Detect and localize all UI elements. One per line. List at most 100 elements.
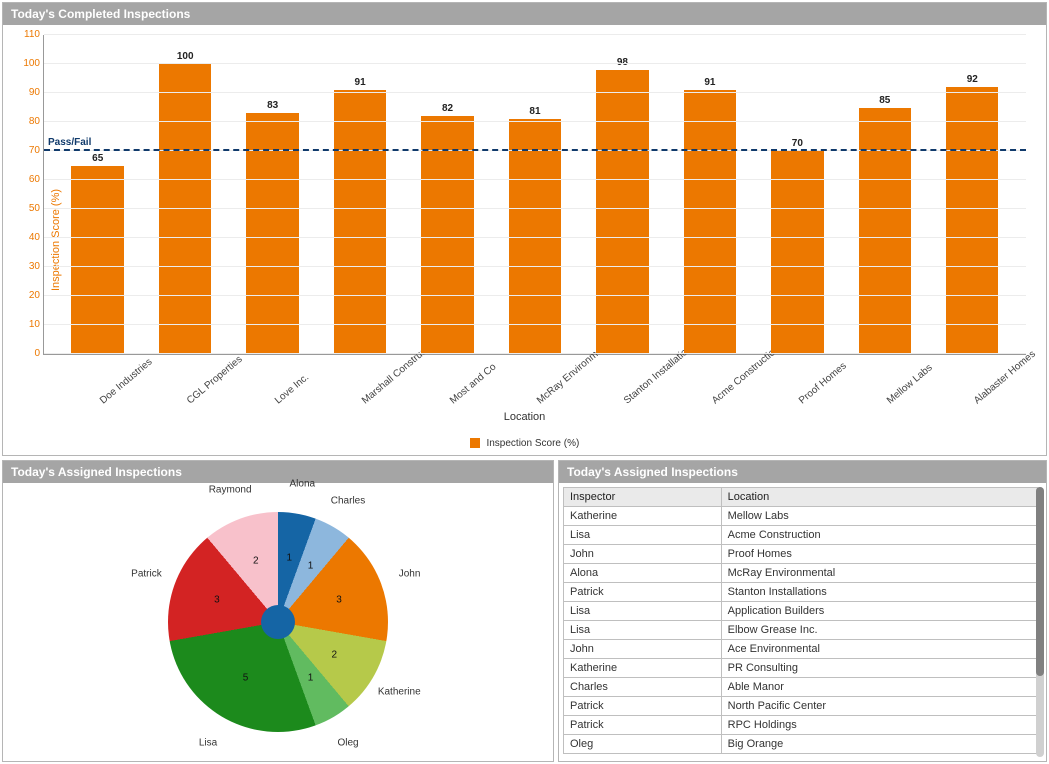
pie-slice-label: Katherine bbox=[378, 687, 421, 698]
assigned-inspections-table-panel: Today's Assigned Inspections InspectorLo… bbox=[558, 460, 1047, 762]
bar-category-label: Doe Industries bbox=[98, 357, 154, 407]
y-tick-label: 10 bbox=[16, 319, 40, 330]
assigned-table-title: Today's Assigned Inspections bbox=[559, 461, 1046, 483]
table-header-cell[interactable]: Location bbox=[721, 488, 1037, 507]
pie-slice-label: Raymond bbox=[209, 485, 252, 496]
bar-column: 65Doe Industries bbox=[54, 35, 141, 354]
table-cell: Proof Homes bbox=[721, 545, 1037, 564]
pie-slice-value: 1 bbox=[308, 560, 314, 571]
table-row[interactable]: LisaElbow Grease Inc. bbox=[564, 621, 1038, 640]
y-tick: 0 bbox=[44, 353, 1026, 354]
bar-column: 70Proof Homes bbox=[754, 35, 841, 354]
y-tick-label: 70 bbox=[16, 145, 40, 156]
table-row[interactable]: PatrickNorth Pacific Center bbox=[564, 697, 1038, 716]
bar-category-label: Mellow Labs bbox=[885, 362, 935, 406]
table-scrollbar[interactable] bbox=[1036, 487, 1044, 757]
pie-slice-label: Patrick bbox=[131, 569, 162, 580]
y-tick: 100 bbox=[44, 63, 1026, 64]
bar-value-label: 100 bbox=[177, 51, 194, 62]
bar-column: 85Mellow Labs bbox=[841, 35, 928, 354]
bar-legend-swatch bbox=[470, 438, 480, 448]
bar-xaxis-title: Location bbox=[3, 411, 1046, 423]
bar-column: 100CGL Properties bbox=[141, 35, 228, 354]
table-scroll-thumb[interactable] bbox=[1036, 487, 1044, 676]
bar[interactable] bbox=[684, 90, 736, 354]
y-tick-label: 110 bbox=[16, 29, 40, 40]
bar[interactable] bbox=[334, 90, 386, 354]
table-cell: Alona bbox=[564, 564, 722, 583]
assigned-table-body: InspectorLocation KatherineMellow LabsLi… bbox=[559, 483, 1046, 761]
table-cell: Able Manor bbox=[721, 678, 1037, 697]
bar-plot-area: 65Doe Industries100CGL Properties83Love … bbox=[43, 35, 1026, 355]
table-row[interactable]: CharlesAble Manor bbox=[564, 678, 1038, 697]
table-cell: Patrick bbox=[564, 583, 722, 602]
pie-slice-value: 2 bbox=[332, 649, 338, 660]
bar-column: 91Marshall Construction bbox=[316, 35, 403, 354]
table-row[interactable]: LisaApplication Builders bbox=[564, 602, 1038, 621]
table-header-cell[interactable]: Inspector bbox=[564, 488, 722, 507]
y-tick: 60 bbox=[44, 179, 1026, 180]
y-tick-label: 50 bbox=[16, 203, 40, 214]
table-cell: North Pacific Center bbox=[721, 697, 1037, 716]
pie-wrap: 1Alona1Charles3John2Katherine1Oleg5Lisa3… bbox=[168, 512, 388, 732]
bar-column: 98Stanton Installations bbox=[579, 35, 666, 354]
pie-slice-value: 2 bbox=[253, 555, 259, 566]
table-row[interactable]: AlonaMcRay Environmental bbox=[564, 564, 1038, 583]
y-tick-label: 0 bbox=[16, 348, 40, 359]
bar[interactable] bbox=[859, 108, 911, 355]
table-cell: RPC Holdings bbox=[721, 716, 1037, 735]
bar-category-label: Most and Co bbox=[448, 362, 499, 407]
table-cell: PR Consulting bbox=[721, 659, 1037, 678]
bar-column: 83Love Inc. bbox=[229, 35, 316, 354]
bar[interactable] bbox=[71, 166, 123, 355]
bar[interactable] bbox=[946, 87, 998, 354]
table-row[interactable]: KatherinePR Consulting bbox=[564, 659, 1038, 678]
pie-slice-label: Oleg bbox=[337, 738, 358, 749]
bar[interactable] bbox=[421, 116, 473, 354]
bar-value-label: 85 bbox=[879, 95, 890, 106]
table-row[interactable]: PatrickStanton Installations bbox=[564, 583, 1038, 602]
table-cell: Ace Environmental bbox=[721, 640, 1037, 659]
table-row[interactable]: JohnProof Homes bbox=[564, 545, 1038, 564]
bar-chart: Inspection Score (%) 65Doe Industries100… bbox=[3, 25, 1046, 455]
y-tick: 80 bbox=[44, 121, 1026, 122]
bar[interactable] bbox=[159, 64, 211, 354]
table-cell: Katherine bbox=[564, 507, 722, 526]
table-cell: Lisa bbox=[564, 526, 722, 545]
bar-value-label: 91 bbox=[355, 77, 366, 88]
y-tick: 50 bbox=[44, 208, 1026, 209]
y-tick-label: 80 bbox=[16, 116, 40, 127]
assigned-inspections-pie-panel: Today's Assigned Inspections 1Alona1Char… bbox=[2, 460, 554, 762]
bar[interactable] bbox=[596, 70, 648, 354]
table-row[interactable]: JohnAce Environmental bbox=[564, 640, 1038, 659]
pie-slice-value: 5 bbox=[243, 673, 249, 684]
bar-value-label: 91 bbox=[704, 77, 715, 88]
pass-fail-threshold: Pass/Fail bbox=[44, 149, 1026, 151]
bar-column: 91Acme Construction bbox=[666, 35, 753, 354]
table-cell: Lisa bbox=[564, 621, 722, 640]
table-cell: John bbox=[564, 545, 722, 564]
table-cell: Lisa bbox=[564, 602, 722, 621]
pass-fail-label: Pass/Fail bbox=[48, 137, 91, 148]
table-cell: Mellow Labs bbox=[721, 507, 1037, 526]
table-row[interactable]: PatrickRPC Holdings bbox=[564, 716, 1038, 735]
bar-category-label: Alabaster Homes bbox=[972, 349, 1038, 407]
bar-value-label: 65 bbox=[92, 153, 103, 164]
y-tick-label: 90 bbox=[16, 87, 40, 98]
completed-inspections-title: Today's Completed Inspections bbox=[3, 3, 1046, 25]
assigned-pie-title: Today's Assigned Inspections bbox=[3, 461, 553, 483]
table-row[interactable]: OlegBig Orange bbox=[564, 735, 1038, 754]
pie-hub bbox=[261, 605, 295, 639]
table-cell: Acme Construction bbox=[721, 526, 1037, 545]
table-row[interactable]: LisaAcme Construction bbox=[564, 526, 1038, 545]
bar-legend: Inspection Score (%) bbox=[3, 438, 1046, 449]
pie-slice-value: 3 bbox=[336, 594, 342, 605]
pie-chart: 1Alona1Charles3John2Katherine1Oleg5Lisa3… bbox=[3, 483, 553, 761]
pie-slice-label: Alona bbox=[290, 479, 316, 490]
bar-category-label: Proof Homes bbox=[797, 360, 849, 406]
bar-value-label: 82 bbox=[442, 103, 453, 114]
y-tick-label: 30 bbox=[16, 261, 40, 272]
table-cell: Elbow Grease Inc. bbox=[721, 621, 1037, 640]
pie-slice-value: 1 bbox=[287, 552, 293, 563]
table-row[interactable]: KatherineMellow Labs bbox=[564, 507, 1038, 526]
